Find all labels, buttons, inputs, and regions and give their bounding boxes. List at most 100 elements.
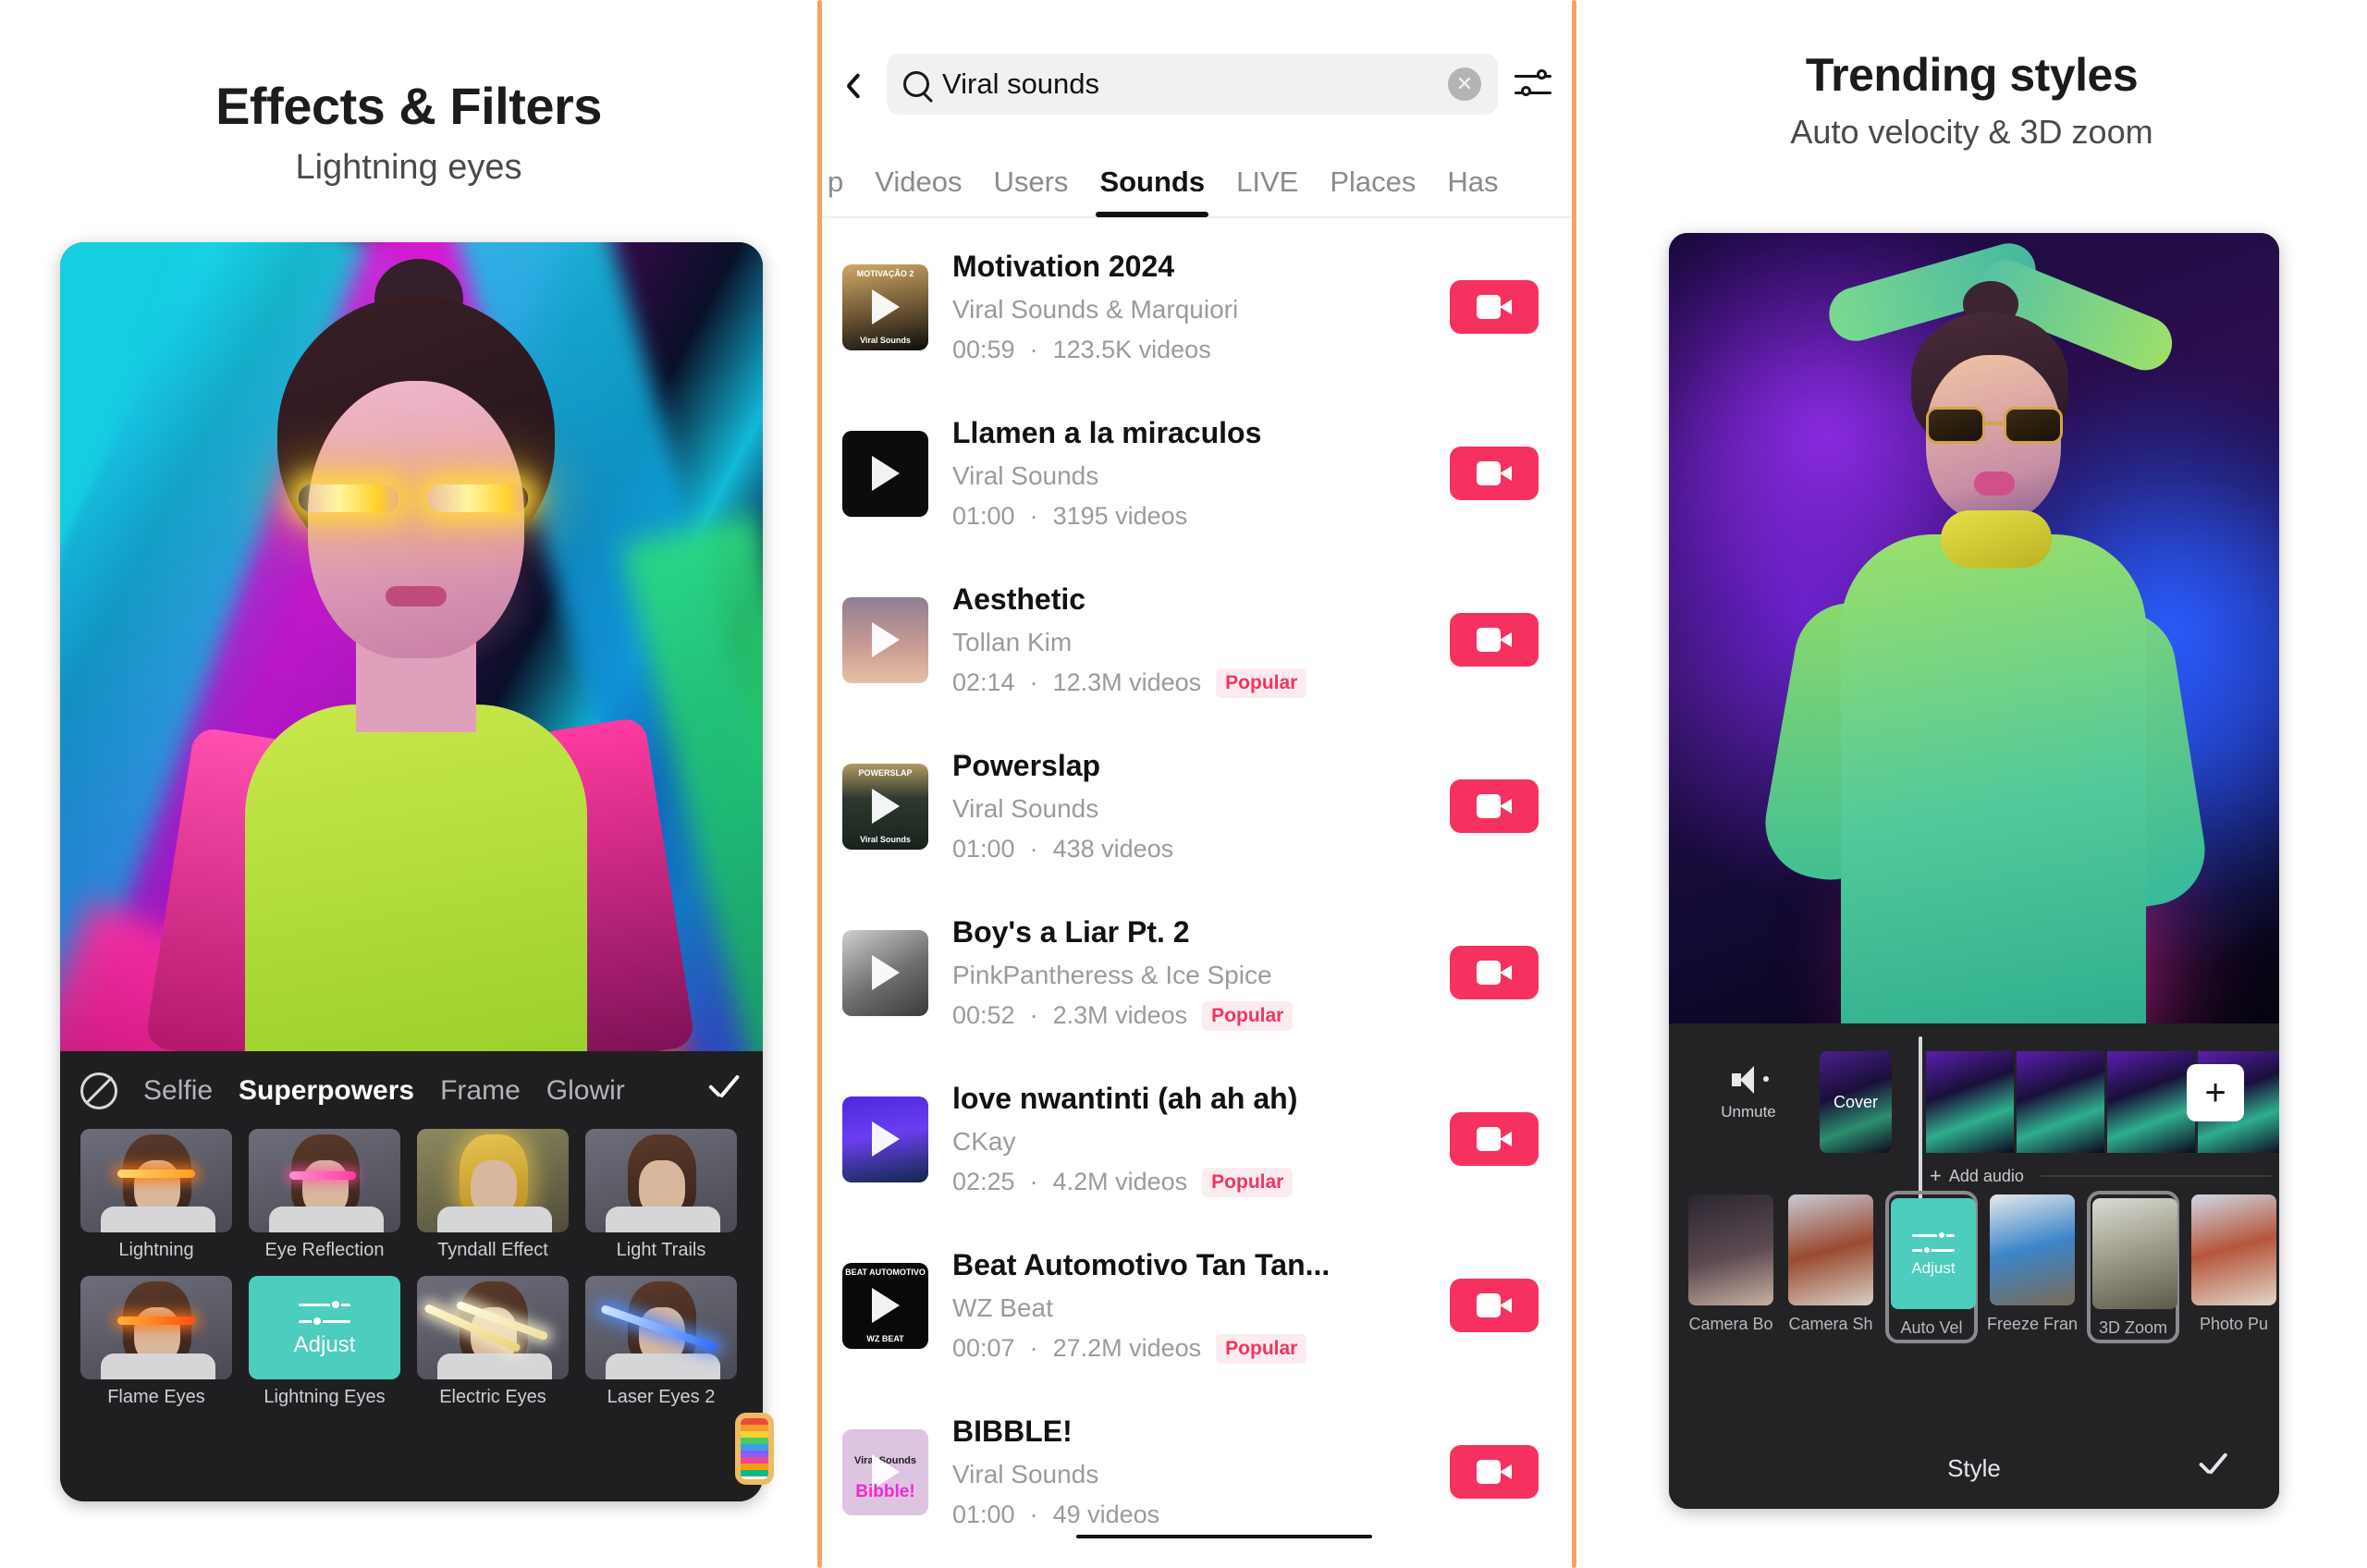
style-selector-row: Camera Bo Camera Sh Adjust Auto Vel Free…: [1669, 1191, 2279, 1379]
tab-hashtags[interactable]: Has: [1431, 147, 1514, 217]
use-sound-button[interactable]: [1450, 613, 1539, 667]
scrollbar-indicator[interactable]: [1076, 1535, 1372, 1538]
sound-list-item[interactable]: Boy's a Liar Pt. 2 PinkPantheress & Ice …: [822, 889, 1572, 1056]
back-chevron-icon[interactable]: [840, 68, 872, 100]
screenshot-root: Effects & Filters Lightning eyes Selfie …: [0, 0, 2367, 1568]
effect-item-electric-eyes[interactable]: Electric Eyes: [417, 1276, 569, 1408]
video-camera-icon: [1477, 295, 1512, 319]
add-audio-label: Add audio: [1948, 1166, 2024, 1185]
use-sound-button[interactable]: [1450, 1112, 1539, 1166]
effect-item-eye-reflection[interactable]: Eye Reflection: [249, 1129, 400, 1261]
unmute-button[interactable]: Unmute: [1706, 1066, 1791, 1121]
effect-item-lightning-eyes[interactable]: Adjust Lightning Eyes: [249, 1276, 400, 1408]
sound-title: BIBBLE!: [952, 1415, 1073, 1448]
no-effect-icon[interactable]: [80, 1072, 117, 1109]
tab-live[interactable]: LIVE: [1220, 147, 1314, 217]
effect-item-light-trails[interactable]: Light Trails: [585, 1129, 737, 1261]
sound-stats: 00:59 · 123.5K videos: [952, 336, 1450, 364]
sound-cover-art[interactable]: [842, 1096, 928, 1182]
style-item-freeze-frame[interactable]: Freeze Fran: [1987, 1194, 2078, 1334]
sound-list-item[interactable]: BEAT AUTOMOTIVO WZ BEAT Beat Automotivo …: [822, 1222, 1572, 1389]
search-bar: Viral sounds ✕: [822, 44, 1572, 124]
style-thumbnail-selected: Adjust: [1890, 1198, 1976, 1309]
play-icon: [871, 1121, 900, 1157]
sound-cover-art[interactable]: MOTIVAÇÃO 2 Viral Sounds: [842, 263, 928, 350]
trending-panel-title: Trending styles: [1805, 49, 2139, 101]
sound-list-item[interactable]: Llamen a la miraculos Viral Sounds 01:00…: [822, 390, 1572, 557]
sound-list-item[interactable]: MOTIVAÇÃO 2 Viral Sounds Motivation 2024…: [822, 224, 1572, 390]
style-item-photo-pulse[interactable]: Photo Pu: [2189, 1194, 2279, 1334]
play-icon: [871, 955, 900, 990]
video-camera-icon: [1477, 628, 1512, 652]
timeline-frame[interactable]: [2107, 1051, 2195, 1153]
tab-sounds[interactable]: Sounds: [1084, 147, 1220, 217]
sound-list-item[interactable]: Aesthetic Tollan Kim 02:14 · 12.3M video…: [822, 557, 1572, 723]
subject-top: [245, 704, 587, 1051]
effect-item-laser-eyes-2[interactable]: Laser Eyes 2: [585, 1276, 737, 1408]
effects-tab-frame[interactable]: Frame: [440, 1075, 521, 1107]
sound-list-item[interactable]: love nwantinti (ah ah ah) CKay 02:25 · 4…: [822, 1056, 1572, 1222]
style-label: Camera Bo: [1688, 1315, 1773, 1333]
add-audio-button[interactable]: + Add audio: [1930, 1164, 2272, 1188]
use-sound-button[interactable]: [1450, 280, 1539, 334]
speaker-icon: [1732, 1066, 1769, 1094]
sound-list-item[interactable]: POWERSLAP Viral Sounds Powerslap Viral S…: [822, 723, 1572, 889]
check-icon[interactable]: [2194, 1450, 2231, 1487]
timeline-frame[interactable]: [1926, 1051, 2014, 1153]
tab-top[interactable]: p: [822, 147, 859, 217]
sound-cover-art[interactable]: POWERSLAP Viral Sounds: [842, 763, 928, 850]
style-item-3d-zoom[interactable]: 3D Zoom: [2087, 1191, 2180, 1343]
style-item-auto-velocity[interactable]: Adjust Auto Vel: [1884, 1191, 1978, 1343]
use-sound-button[interactable]: [1450, 946, 1539, 999]
effect-item-lightning[interactable]: Lightning: [80, 1129, 232, 1261]
video-camera-icon: [1477, 1293, 1512, 1317]
timeline-playhead[interactable]: [1919, 1036, 1922, 1212]
stat-separator: ·: [1029, 835, 1038, 863]
sound-cover-art[interactable]: [842, 596, 928, 683]
style-item-camera-shake[interactable]: Camera Sh: [1785, 1194, 1876, 1334]
search-query-text[interactable]: Viral sounds: [942, 67, 1435, 101]
tab-places[interactable]: Places: [1314, 147, 1431, 217]
sound-cover-art[interactable]: Viral Sounds Bibble!: [842, 1428, 928, 1515]
sound-cover-art[interactable]: BEAT AUTOMOTIVO WZ BEAT: [842, 1262, 928, 1349]
check-icon[interactable]: [702, 1071, 742, 1111]
cover-thumbnail-button[interactable]: Cover: [1820, 1051, 1892, 1153]
use-sound-button[interactable]: [1450, 447, 1539, 500]
search-input[interactable]: Viral sounds ✕: [887, 54, 1498, 115]
stat-separator: ·: [1029, 502, 1038, 530]
style-item-camera-bounce[interactable]: Camera Bo: [1686, 1194, 1776, 1334]
use-sound-button[interactable]: [1450, 1279, 1539, 1332]
effect-item-tyndall-effect[interactable]: Tyndall Effect: [417, 1129, 569, 1261]
sound-artist: Viral Sounds & Marquiori: [952, 295, 1239, 324]
effect-item-flame-eyes[interactable]: Flame Eyes: [80, 1276, 232, 1408]
sound-info: Aesthetic Tollan Kim 02:14 · 12.3M video…: [952, 582, 1450, 698]
sound-info: Motivation 2024 Viral Sounds & Marquiori…: [952, 250, 1450, 364]
plus-icon: +: [1930, 1164, 1942, 1187]
sound-cover-art[interactable]: [842, 929, 928, 1016]
effects-tab-selfie[interactable]: Selfie: [143, 1075, 213, 1107]
use-sound-button[interactable]: [1450, 1445, 1539, 1499]
sound-cover-art[interactable]: [842, 430, 928, 517]
video-camera-icon: [1477, 461, 1512, 485]
sound-info: BIBBLE! Viral Sounds 01:00 · 49 videos: [952, 1415, 1450, 1529]
plus-icon[interactable]: +: [2187, 1064, 2244, 1121]
effects-category-tabs: Selfie Superpowers Frame Glowir: [60, 1059, 763, 1123]
tab-videos[interactable]: Videos: [859, 147, 977, 217]
video-camera-icon: [1477, 961, 1512, 985]
effect-thumbnail: [585, 1129, 737, 1232]
play-icon: [871, 1288, 900, 1323]
status-badge: Popular: [1216, 668, 1307, 698]
timeline-frame[interactable]: [2017, 1051, 2104, 1153]
effect-thumbnail: [80, 1129, 232, 1232]
panel-sound-search: Viral sounds ✕ p Videos Users Sounds LIV…: [822, 0, 1572, 1568]
clear-x-icon[interactable]: ✕: [1448, 67, 1481, 101]
style-thumbnail: [2092, 1198, 2178, 1309]
tab-users[interactable]: Users: [977, 147, 1084, 217]
use-sound-button[interactable]: [1450, 779, 1539, 833]
style-thumbnail: [1989, 1194, 2075, 1305]
effects-tab-glowing[interactable]: Glowir: [546, 1075, 625, 1107]
effects-tab-superpowers[interactable]: Superpowers: [239, 1075, 414, 1107]
sound-list-item[interactable]: Viral Sounds Bibble! BIBBLE! Viral Sound…: [822, 1389, 1572, 1555]
timeline-row: Unmute Cover + + Add audio: [1669, 1033, 2279, 1212]
filter-sliders-icon[interactable]: [1513, 64, 1553, 104]
